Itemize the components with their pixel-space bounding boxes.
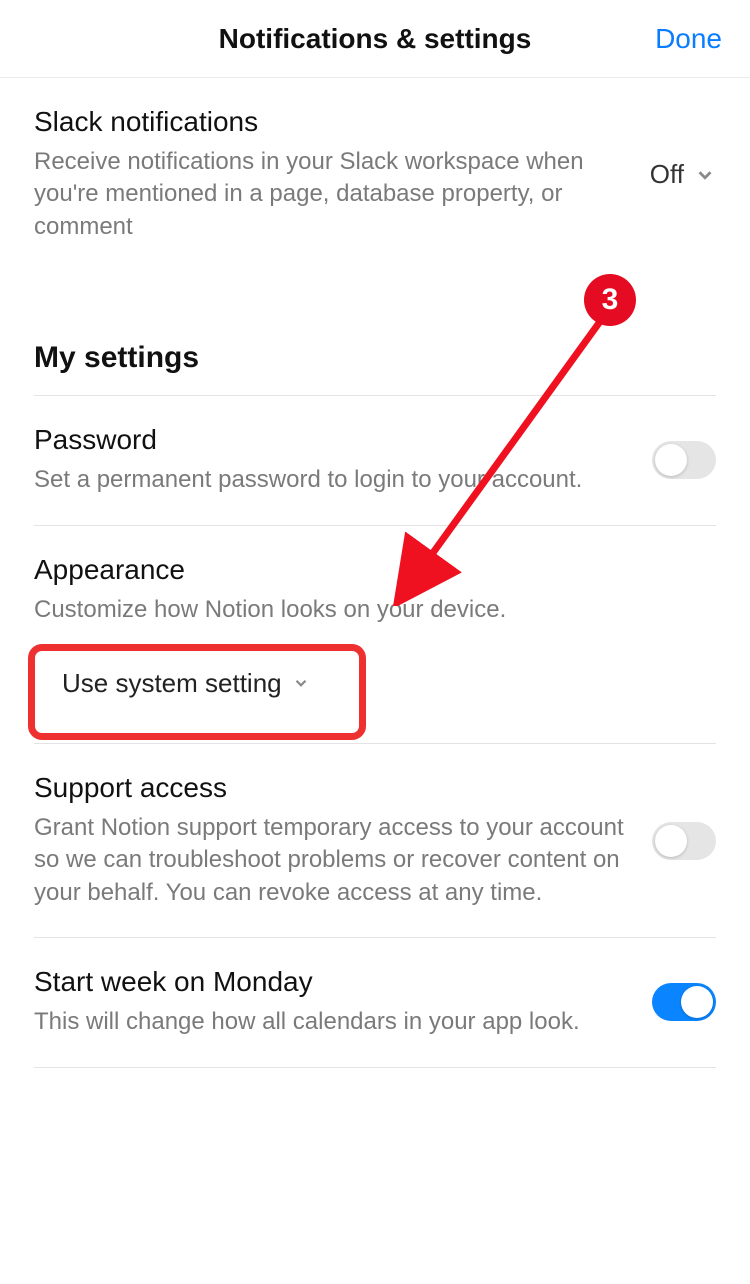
slack-value[interactable]: Off — [650, 159, 716, 190]
password-row: Password Set a permanent password to log… — [34, 396, 716, 524]
done-button[interactable]: Done — [655, 23, 722, 55]
slack-notifications-row[interactable]: Slack notifications Receive notification… — [34, 78, 716, 271]
appearance-select[interactable]: Use system setting — [34, 644, 338, 723]
slack-desc: Receive notifications in your Slack work… — [34, 146, 630, 243]
chevron-down-icon — [694, 164, 716, 186]
toggle-knob — [655, 825, 687, 857]
header-bar: Notifications & settings Done — [0, 0, 750, 78]
support-title: Support access — [34, 772, 632, 804]
slack-value-text: Off — [650, 159, 684, 190]
password-toggle[interactable] — [652, 441, 716, 479]
support-access-row: Support access Grant Notion support temp… — [34, 744, 716, 937]
password-title: Password — [34, 424, 632, 456]
appearance-title: Appearance — [34, 554, 716, 586]
start-week-toggle[interactable] — [652, 983, 716, 1021]
start-week-desc: This will change how all calendars in yo… — [34, 1006, 632, 1038]
start-week-title: Start week on Monday — [34, 966, 632, 998]
slack-title: Slack notifications — [34, 106, 630, 138]
start-week-row: Start week on Monday This will change ho… — [34, 938, 716, 1066]
appearance-desc: Customize how Notion looks on your devic… — [34, 594, 716, 626]
my-settings-heading: My settings — [34, 341, 716, 375]
page-title: Notifications & settings — [219, 23, 532, 55]
annotation-badge: 3 — [584, 274, 636, 326]
toggle-knob — [655, 444, 687, 476]
support-toggle[interactable] — [652, 822, 716, 860]
appearance-selected-value: Use system setting — [62, 668, 282, 699]
toggle-knob — [681, 986, 713, 1018]
support-desc: Grant Notion support temporary access to… — [34, 812, 632, 909]
password-desc: Set a permanent password to login to you… — [34, 464, 632, 496]
annotation-badge-text: 3 — [602, 283, 619, 317]
appearance-section: Appearance Customize how Notion looks on… — [34, 526, 716, 723]
chevron-down-icon — [292, 674, 310, 692]
divider — [34, 1067, 716, 1068]
